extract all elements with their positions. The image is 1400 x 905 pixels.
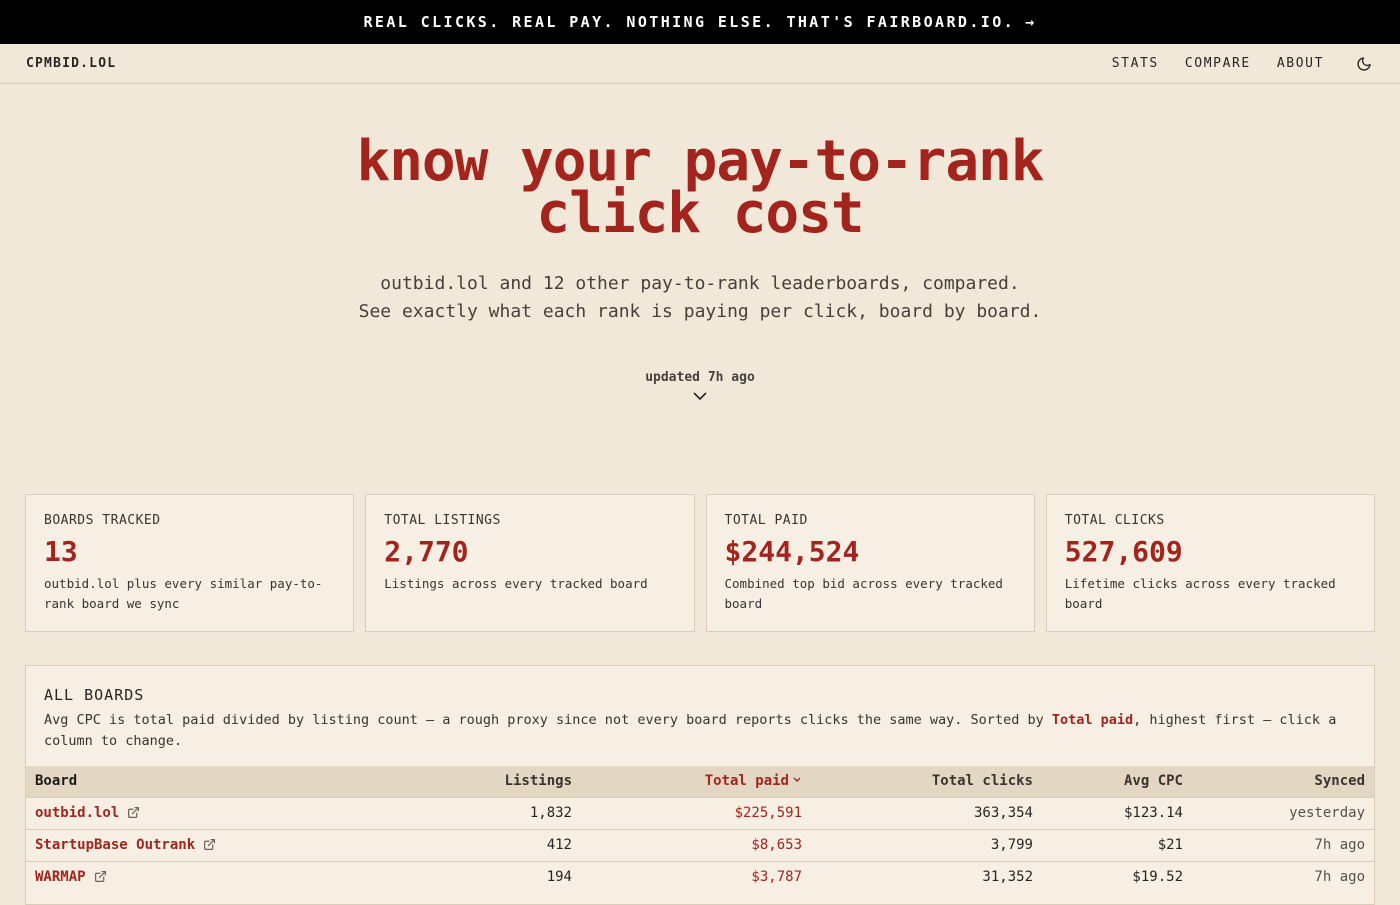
board-cell: outbid.lol xyxy=(26,796,406,829)
stat-label: TOTAL PAID xyxy=(724,513,808,528)
note-text-before: Avg CPC is total paid divided by listing… xyxy=(44,712,1052,728)
top-nav: CPMBID.LOL STATS COMPARE ABOUT xyxy=(0,44,1400,84)
total-clicks-cell: 3,799 xyxy=(811,828,1042,861)
updated-timestamp: updated 7h ago xyxy=(645,370,755,385)
all-boards-title: ALL BOARDS xyxy=(44,686,145,704)
all-boards-note: Avg CPC is total paid divided by listing… xyxy=(26,704,1374,752)
stat-value: 527,609 xyxy=(1064,535,1183,568)
board-link[interactable]: StartupBase Outrank xyxy=(35,837,195,853)
nav-links: STATS COMPARE ABOUT xyxy=(1086,54,1374,74)
avg-cpc-cell: $19.52 xyxy=(1042,860,1192,893)
total-paid-cell: $3,787 xyxy=(581,860,811,893)
listings-cell: 194 xyxy=(406,860,581,893)
table-header-row: Board Listings Total paid Total clicks A… xyxy=(26,766,1374,797)
stat-card-total-clicks: TOTAL CLICKS 527,609 Lifetime clicks acr… xyxy=(1045,494,1375,632)
moon-icon xyxy=(1357,56,1371,71)
column-header-synced[interactable]: Synced xyxy=(1192,766,1374,797)
hero: know your pay-to-rank click cost outbid.… xyxy=(0,84,1400,401)
hero-subtitle: outbid.lol and 12 other pay-to-rank lead… xyxy=(0,270,1400,326)
table-row: StartupBase Outrank 412 $8,653 3,799 $21… xyxy=(26,828,1374,861)
column-header-total-clicks[interactable]: Total clicks xyxy=(811,766,1042,797)
note-sort-highlight: Total paid xyxy=(1051,712,1134,728)
board-link[interactable]: WARMAP xyxy=(35,869,86,885)
external-link-icon[interactable] xyxy=(127,806,140,819)
stat-description: Lifetime clicks across every tracked boa… xyxy=(1064,576,1336,611)
nav-link-compare[interactable]: COMPARE xyxy=(1185,56,1251,71)
nav-link-stats[interactable]: STATS xyxy=(1112,56,1159,71)
hero-title: know your pay-to-rank click cost xyxy=(0,134,1400,242)
all-boards-panel: ALL BOARDS Avg CPC is total paid divided… xyxy=(25,665,1375,905)
listings-cell: 412 xyxy=(406,828,581,861)
stat-label: BOARDS TRACKED xyxy=(44,513,161,528)
avg-cpc-cell: $123.14 xyxy=(1042,796,1192,829)
sort-desc-icon xyxy=(793,777,801,783)
theme-toggle-button[interactable] xyxy=(1354,54,1374,74)
stat-description: outbid.lol plus every similar pay-to-ran… xyxy=(44,576,323,611)
scroll-down-button[interactable] xyxy=(0,391,1400,401)
stat-value: $244,524 xyxy=(724,535,860,568)
column-header-total-paid[interactable]: Total paid xyxy=(581,766,811,797)
stat-value: 2,770 xyxy=(384,535,469,568)
stat-value: 13 xyxy=(44,535,78,568)
hero-subtitle-line1: outbid.lol and 12 other pay-to-rank lead… xyxy=(380,273,1020,294)
promo-text: REAL CLICKS. REAL PAY. NOTHING ELSE. THA… xyxy=(363,13,1016,31)
board-link[interactable]: outbid.lol xyxy=(35,805,119,821)
stat-description: Combined top bid across every tracked bo… xyxy=(724,576,1003,611)
synced-cell: 7h ago xyxy=(1192,828,1374,861)
stat-label: TOTAL LISTINGS xyxy=(384,513,501,528)
listings-cell: 1,832 xyxy=(406,796,581,829)
promo-banner[interactable]: REAL CLICKS. REAL PAY. NOTHING ELSE. THA… xyxy=(0,0,1400,44)
stat-description: Listings across every tracked board xyxy=(384,576,648,591)
stat-card-total-paid: TOTAL PAID $244,524 Combined top bid acr… xyxy=(705,494,1035,632)
stats-row: BOARDS TRACKED 13 outbid.lol plus every … xyxy=(25,494,1375,632)
table-row: outbid.lol 1,832 $225,591 363,354 $123.1… xyxy=(26,796,1374,829)
total-paid-cell: $8,653 xyxy=(581,828,811,861)
table-row: WARMAP 194 $3,787 31,352 $19.52 7h ago xyxy=(26,860,1374,893)
external-link-icon[interactable] xyxy=(94,870,107,883)
stat-card-boards-tracked: BOARDS TRACKED 13 outbid.lol plus every … xyxy=(25,494,355,632)
hero-subtitle-line2: See exactly what each rank is paying per… xyxy=(358,301,1042,322)
column-header-total-paid-label: Total paid xyxy=(704,773,789,790)
boards-table: Board Listings Total paid Total clicks A… xyxy=(26,766,1374,893)
synced-cell: 7h ago xyxy=(1192,860,1374,893)
stat-card-total-listings: TOTAL LISTINGS 2,770 Listings across eve… xyxy=(365,494,695,632)
arrow-right-icon: → xyxy=(1025,13,1037,31)
chevron-down-icon xyxy=(693,392,707,401)
brand-logo[interactable]: CPMBID.LOL xyxy=(26,56,116,71)
nav-link-about[interactable]: ABOUT xyxy=(1277,56,1324,71)
synced-cell: yesterday xyxy=(1192,796,1374,829)
avg-cpc-cell: $21 xyxy=(1042,828,1192,861)
board-cell: StartupBase Outrank xyxy=(26,828,406,861)
external-link-icon[interactable] xyxy=(203,838,216,851)
board-cell: WARMAP xyxy=(26,860,406,893)
stat-label: TOTAL CLICKS xyxy=(1064,513,1165,528)
total-clicks-cell: 31,352 xyxy=(811,860,1042,893)
total-paid-cell: $225,591 xyxy=(581,796,811,829)
column-header-avg-cpc[interactable]: Avg CPC xyxy=(1042,766,1192,797)
hero-title-line2: click cost xyxy=(536,181,864,246)
total-clicks-cell: 363,354 xyxy=(811,796,1042,829)
column-header-board[interactable]: Board xyxy=(26,766,406,797)
column-header-listings[interactable]: Listings xyxy=(406,766,581,797)
